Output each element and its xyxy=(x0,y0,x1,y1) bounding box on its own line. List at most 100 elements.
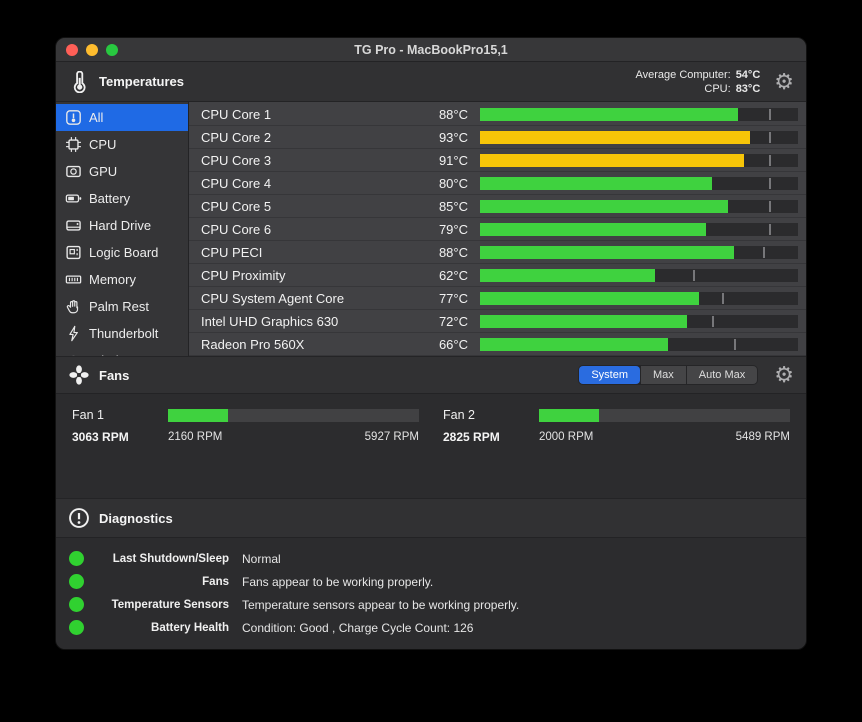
fan-max-rpm: 5927 RPM xyxy=(365,431,419,443)
sensor-max-tick xyxy=(722,293,724,304)
sidebar-item-hard-drive[interactable]: Hard Drive xyxy=(56,212,188,239)
sidebar-item-label: Memory xyxy=(89,272,136,287)
sidebar-item-palm-rest[interactable]: Palm Rest xyxy=(56,293,188,320)
fan-mode-auto-max-button[interactable]: Auto Max xyxy=(687,366,757,384)
sensor-value: 88°C xyxy=(422,245,468,260)
sensor-bar-fill xyxy=(480,338,668,351)
cpu-average-value: 83°C xyxy=(736,83,761,95)
diagnostic-label: Battery Health xyxy=(97,622,229,634)
sensor-value: 80°C xyxy=(422,176,468,191)
diagnostic-value: Condition: Good , Charge Cycle Count: 12… xyxy=(242,621,806,635)
sensor-temperature-bar xyxy=(480,338,798,351)
sidebar-item-memory[interactable]: Memory xyxy=(56,266,188,293)
desktop-background: { "window": { "title": "TG Pro - MacBook… xyxy=(0,0,862,722)
sensor-temperature-bar xyxy=(480,315,798,328)
sensor-row: CPU Core 188°C xyxy=(189,103,806,126)
fan-block-fan-1: Fan 13063 RPM2160 RPM5927 RPM xyxy=(72,408,419,498)
fan-speed-fill xyxy=(539,409,599,422)
battery-icon xyxy=(65,190,82,207)
zoom-button[interactable] xyxy=(106,44,118,56)
sensor-row: CPU Core 391°C xyxy=(189,149,806,172)
fan-block-fan-2: Fan 22825 RPM2000 RPM5489 RPM xyxy=(443,408,790,498)
sensor-bar-fill xyxy=(480,292,699,305)
sensor-name: CPU Core 5 xyxy=(201,199,422,214)
sensor-name: CPU Proximity xyxy=(201,268,422,283)
sensor-row: CPU Proximity62°C xyxy=(189,264,806,287)
minimize-button[interactable] xyxy=(86,44,98,56)
sensor-temperature-bar xyxy=(480,108,798,121)
sidebar-item-gpu[interactable]: GPU xyxy=(56,158,188,185)
fan-mode-max-button[interactable]: Max xyxy=(641,366,686,384)
sidebar-item-label: CPU xyxy=(89,137,116,152)
diagnostic-label: Temperature Sensors xyxy=(97,599,229,611)
window-title: TG Pro - MacBookPro15,1 xyxy=(56,43,806,57)
sensor-bar-fill xyxy=(480,246,734,259)
sidebar-item-label: GPU xyxy=(89,164,117,179)
fan-current-rpm: 2825 RPM xyxy=(443,430,539,444)
sensor-max-tick xyxy=(693,270,695,281)
fan-speed-bar xyxy=(168,409,419,422)
fans-settings-gear-icon[interactable]: ⚙ xyxy=(774,364,794,386)
diagnostic-value: Normal xyxy=(242,552,806,566)
sensor-bar-fill xyxy=(480,223,706,236)
sensor-row: CPU System Agent Core77°C xyxy=(189,287,806,310)
fan-speed-fill xyxy=(168,409,228,422)
sensor-max-tick xyxy=(769,178,771,189)
sensor-name: CPU Core 2 xyxy=(201,130,422,145)
sensor-row: CPU PECI88°C xyxy=(189,241,806,264)
close-button[interactable] xyxy=(66,44,78,56)
thunderbolt-icon xyxy=(65,325,82,342)
sensor-row: CPU Core 480°C xyxy=(189,172,806,195)
sidebar-item-all[interactable]: All xyxy=(56,104,188,131)
status-ok-dot-icon xyxy=(69,597,84,612)
temperatures-body: All CPU GPU BatteryHard DriveLogic Board Mem… xyxy=(56,102,806,356)
sidebar-item-logic-board[interactable]: Logic Board xyxy=(56,239,188,266)
sensor-value: 62°C xyxy=(422,268,468,283)
diagnostic-value: Fans appear to be working properly. xyxy=(242,575,806,589)
sidebar-item-battery[interactable]: Battery xyxy=(56,185,188,212)
fans-body: Fan 13063 RPM2160 RPM5927 RPM Fan 22825 R… xyxy=(56,394,806,498)
sensor-list: CPU Core 188°CCPU Core 293°CCPU Core 391… xyxy=(189,102,806,356)
fan-mode-segmented-control: SystemMaxAuto Max xyxy=(578,365,758,385)
sensor-name: CPU Core 4 xyxy=(201,176,422,191)
average-computer-label: Average Computer: xyxy=(636,69,731,81)
sensor-max-tick xyxy=(734,339,736,350)
sensor-value: 77°C xyxy=(422,291,468,306)
fan-rpm-range: 2160 RPM5927 RPM xyxy=(168,431,419,443)
logic-board-icon xyxy=(65,244,82,261)
fan-mode-system-button[interactable]: System xyxy=(579,366,640,384)
titlebar[interactable]: TG Pro - MacBookPro15,1 xyxy=(56,38,806,62)
cpu-icon xyxy=(65,136,82,153)
diagnostics-title: Diagnostics xyxy=(99,511,173,526)
temperatures-settings-gear-icon[interactable]: ⚙ xyxy=(774,71,794,93)
traffic-lights xyxy=(66,44,118,56)
sensor-name: Radeon Pro 560X xyxy=(201,337,422,352)
memory-icon xyxy=(65,271,82,288)
sensor-temperature-bar xyxy=(480,223,798,236)
sensor-name: Intel UHD Graphics 630 xyxy=(201,314,422,329)
diagnostics-body: Last Shutdown/Sleep Normal Fans Fans appear… xyxy=(56,538,806,649)
hard-drive-icon xyxy=(65,217,82,234)
sensor-row: CPU Core 585°C xyxy=(189,195,806,218)
sensor-bar-fill xyxy=(480,269,655,282)
sensor-max-tick xyxy=(769,201,771,212)
sidebar-item-cpu[interactable]: CPU xyxy=(56,131,188,158)
sensor-bar-fill xyxy=(480,200,728,213)
fan-current-rpm: 3063 RPM xyxy=(72,430,168,444)
sensor-temperature-bar xyxy=(480,292,798,305)
cpu-average-label: CPU: xyxy=(704,83,730,95)
sidebar-item-wireless[interactable]: Wireless xyxy=(56,347,188,356)
fan-icon xyxy=(68,364,90,386)
sensor-row: Radeon Pro 560X66°C xyxy=(189,333,806,356)
sensor-value: 93°C xyxy=(422,130,468,145)
sensor-row: CPU Core 679°C xyxy=(189,218,806,241)
sensor-bar-fill xyxy=(480,131,750,144)
sensor-bar-fill xyxy=(480,108,738,121)
temperatures-title: Temperatures xyxy=(99,74,184,89)
sensor-row: Intel UHD Graphics 63072°C xyxy=(189,310,806,333)
sidebar-item-thunderbolt[interactable]: Thunderbolt xyxy=(56,320,188,347)
sensor-temperature-bar xyxy=(480,200,798,213)
sensor-name: CPU Core 1 xyxy=(201,107,422,122)
diagnostic-label: Last Shutdown/Sleep xyxy=(97,553,229,565)
diagnostic-label: Fans xyxy=(97,576,229,588)
